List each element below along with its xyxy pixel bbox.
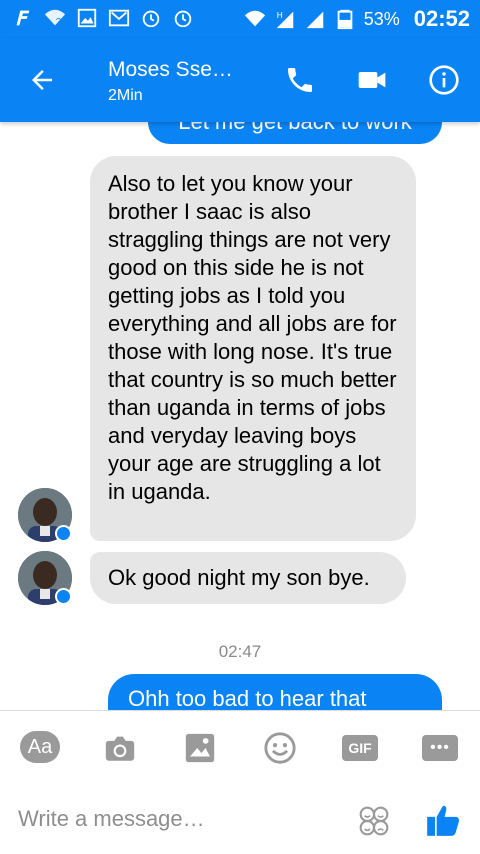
image-icon — [185, 733, 215, 763]
wifi-question-icon: ? — [44, 7, 66, 29]
outgoing-message-bubble[interactable]: Let me get back to work — [148, 122, 442, 144]
gallery-button[interactable] — [180, 731, 220, 765]
wifi-icon — [244, 8, 266, 30]
message-composer: Aa GIF ••• — [0, 710, 480, 854]
fb-lite-icon — [12, 7, 34, 29]
incoming-message-bubble[interactable]: Also to let you know your brother I saac… — [90, 156, 416, 541]
conversation-header: Moses Sse… 2Min — [0, 38, 480, 122]
back-button[interactable] — [24, 62, 60, 98]
svg-text:?: ? — [56, 16, 61, 26]
thumbs-up-icon — [427, 805, 460, 836]
text-mode-button[interactable]: Aa — [20, 731, 60, 763]
alarm-icon — [140, 7, 162, 29]
gmail-icon — [108, 7, 130, 29]
signal-icon — [304, 8, 326, 30]
gif-button[interactable]: GIF — [340, 731, 380, 765]
status-clock: 02:52 — [413, 6, 470, 31]
signal-h-icon: H — [274, 8, 296, 30]
svg-text:H: H — [276, 11, 282, 20]
emoji-button[interactable] — [260, 731, 300, 765]
message-input[interactable] — [0, 799, 340, 839]
sticker-button[interactable] — [356, 803, 392, 839]
more-icon: ••• — [422, 735, 458, 761]
battery-icon — [334, 8, 356, 30]
sticker-icon — [359, 806, 389, 836]
messenger-badge-icon — [55, 588, 72, 605]
incoming-message-bubble[interactable]: Ok good night my son bye. — [90, 552, 406, 604]
message-thread[interactable]: Let me get back to work Also to let you … — [0, 122, 480, 710]
more-button[interactable]: ••• — [420, 731, 460, 765]
battery-percent: 53% — [363, 8, 400, 29]
outgoing-message-bubble[interactable]: Ohh too bad to hear that — [108, 674, 442, 710]
emoji-icon — [264, 732, 296, 764]
message-timestamp: 02:47 — [218, 642, 262, 661]
like-button[interactable] — [422, 799, 464, 841]
gallery-icon — [76, 7, 98, 29]
camera-icon — [105, 736, 135, 761]
phone-icon — [288, 68, 312, 92]
back-arrow-icon — [32, 70, 52, 90]
messenger-badge-icon — [55, 525, 72, 542]
contact-active-status: 2Min — [108, 87, 143, 104]
gif-icon: GIF — [342, 735, 378, 761]
video-camera-icon — [358, 72, 386, 88]
status-bar: ? H 53% 02:52 — [0, 0, 480, 38]
call-button[interactable] — [282, 62, 318, 98]
info-icon — [429, 65, 459, 95]
contact-name[interactable]: Moses Sse… — [108, 58, 233, 82]
video-call-button[interactable] — [354, 62, 390, 98]
alarm-icon — [172, 7, 194, 29]
camera-button[interactable] — [100, 731, 140, 765]
info-button[interactable] — [426, 62, 462, 98]
